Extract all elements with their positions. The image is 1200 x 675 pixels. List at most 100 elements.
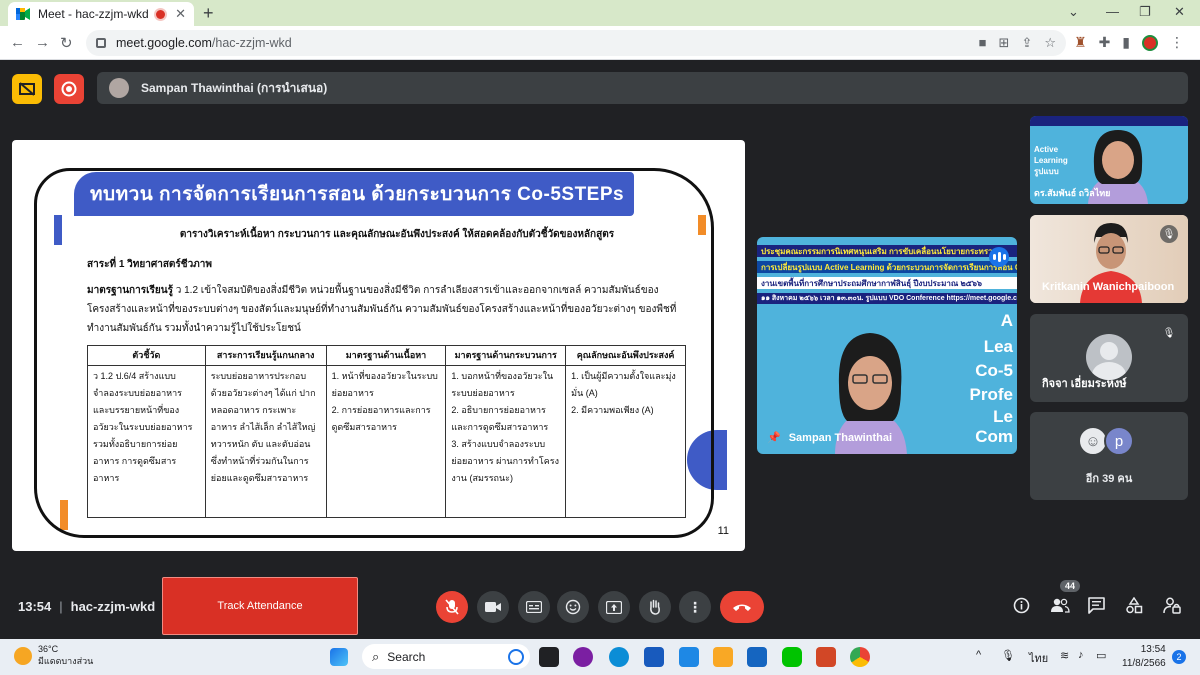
people-button[interactable]: [1050, 597, 1070, 618]
analysis-table: ตัวชี้วัด สาระการเรียนรู้แกนกลาง มาตรฐาน…: [87, 345, 686, 518]
camera-toggle-button[interactable]: [477, 591, 509, 623]
taskbar-search[interactable]: ⌕ Search: [362, 644, 530, 669]
camera-in-use-icon[interactable]: ■: [979, 35, 987, 51]
maximize-button[interactable]: ❐: [1139, 4, 1151, 20]
minimize-button[interactable]: —: [1106, 4, 1119, 19]
present-screen-button[interactable]: [598, 591, 630, 623]
participant-tile-kritkanin[interactable]: 🎙 Kritkanin Wanichpaiboon: [1030, 215, 1188, 303]
participant-tile-self[interactable]: Active Learning รูปแบบ ดร.สัมพันธ์ ถวิลไ…: [1030, 116, 1188, 204]
table-header: คุณลักษณะอันพึงประสงค์: [565, 345, 686, 366]
browser-tab-meet[interactable]: Meet - hac-zzjm-wkd ✕: [8, 2, 194, 26]
wifi-icon[interactable]: ≋: [1060, 649, 1069, 662]
slide-standard: มาตรฐานการเรียนรู้ ว 1.2 เข้าใจสมบัติของ…: [87, 281, 702, 338]
participant-avatar: p: [1104, 426, 1134, 456]
share-icon[interactable]: ⇪: [1021, 35, 1032, 51]
extension-avatar-icon[interactable]: ♜: [1074, 34, 1087, 51]
more-participants-tile[interactable]: ☺ p อีก 39 คน: [1030, 412, 1188, 500]
forward-button[interactable]: →: [35, 34, 50, 51]
table-header: ตัวชี้วัด: [87, 345, 206, 366]
table-header: มาตรฐานด้านกระบวนการ: [445, 345, 567, 366]
participant-tile-kitja[interactable]: 🎙 กิจจา เอี่ยมระหงษ์: [1030, 314, 1188, 402]
captions-button[interactable]: [518, 591, 550, 623]
table-cell: 1. หน้าที่ของอวัยวะในระบบย่อยอาหาร 2. กา…: [325, 365, 447, 518]
side-panel-icon[interactable]: ▮: [1122, 34, 1130, 51]
new-tab-button[interactable]: +: [203, 3, 214, 24]
close-window-button[interactable]: ✕: [1174, 4, 1185, 20]
reload-button[interactable]: ↻: [60, 34, 73, 52]
google-meet-icon: [16, 8, 30, 20]
back-button[interactable]: ←: [10, 34, 25, 51]
browser-toolbar: ← → ↻ meet.google.com/hac-zzjm-wkd ■ ⊞ ⇪…: [0, 26, 1200, 60]
raise-hand-button[interactable]: [639, 591, 671, 623]
people-icon: [1051, 598, 1070, 613]
meeting-details-button[interactable]: [1013, 597, 1030, 619]
start-windows-icon[interactable]: [330, 648, 348, 666]
weather-temp: 36°C: [38, 644, 59, 654]
presenter-banner: Sampan Thawinthai (การนำเสนอ): [97, 72, 1188, 104]
table-cell: 1. เป็นผู้มีความตั้งใจและมุ่งมั่น (A) 2.…: [565, 365, 686, 518]
notification-badge[interactable]: 2: [1172, 650, 1186, 664]
slide-unit: สาระที่ 1 วิทยาศาสตร์ชีวภาพ: [87, 259, 212, 270]
activities-button[interactable]: [1125, 596, 1143, 619]
teams-chat-icon[interactable]: [573, 647, 593, 667]
bookmark-star-icon[interactable]: ☆: [1044, 35, 1056, 51]
translate-icon[interactable]: ⊞: [999, 35, 1010, 51]
leave-call-button[interactable]: [720, 591, 764, 623]
end-call-icon: [733, 604, 751, 611]
meeting-time: 13:54: [18, 599, 52, 614]
tray-mic-icon[interactable]: 🎙: [1001, 649, 1015, 662]
meet-top-bar: Sampan Thawinthai (การนำเสนอ): [0, 60, 1200, 116]
speaker-name-label: 📌 Sampan Thawinthai: [767, 431, 892, 445]
url-path: /hac-zzjm-wkd: [211, 36, 292, 50]
speaker-video-tile[interactable]: ประชุมคณะกรรมการนิเทศหนุนเสริม การขับเคล…: [757, 237, 1017, 454]
meeting-info: 13:54 | hac-zzjm-wkd: [18, 599, 156, 614]
powerpoint-icon[interactable]: [816, 647, 836, 667]
extensions-puzzle-icon[interactable]: ✚: [1099, 34, 1111, 51]
browser-tabstrip: Meet - hac-zzjm-wkd ✕ + ⌄ — ❐ ✕: [0, 0, 1200, 26]
chat-button[interactable]: [1088, 597, 1105, 619]
tab-close-icon[interactable]: ✕: [175, 6, 186, 22]
captions-icon: [526, 601, 542, 613]
table-cell: ระบบย่อยอาหารประกอบด้วยอวัยวะต่างๆ ได้แก…: [204, 365, 327, 518]
battery-icon[interactable]: ▭: [1096, 649, 1106, 662]
record-icon: [61, 81, 77, 97]
tray-chevron-icon[interactable]: ^: [976, 649, 981, 661]
recording-button[interactable]: [54, 74, 84, 104]
chrome-icon[interactable]: [850, 647, 870, 667]
task-view-icon[interactable]: [539, 647, 559, 667]
speaker-banner-line: ๑๑ สิงหาคม ๒๕๖๖ เวลา ๑๓.๓๐น. รูปแบบ VDO …: [757, 293, 1017, 304]
lexicon-app-icon[interactable]: [679, 647, 699, 667]
reactions-button[interactable]: [557, 591, 589, 623]
mic-toggle-button[interactable]: [436, 591, 468, 623]
profile-avatar[interactable]: [1142, 34, 1159, 51]
shapes-icon: [1126, 596, 1143, 614]
pin-icon[interactable]: 📌: [767, 431, 781, 444]
input-language[interactable]: ไทย: [1029, 649, 1048, 667]
speaker-banner-line: การเปลี่ยนรูปแบบ Active Learning ด้วยกระ…: [757, 261, 1017, 273]
weather-widget[interactable]: 36°C มีแดดบางส่วน: [14, 644, 93, 668]
system-clock[interactable]: 13:54 11/8/2566: [1122, 643, 1166, 671]
line-app-icon[interactable]: [782, 647, 802, 667]
browser-menu-icon[interactable]: ⋮: [1170, 34, 1184, 51]
host-controls-button[interactable]: [1163, 597, 1181, 619]
search-icon: ⌕: [372, 648, 380, 664]
tab-search-icon[interactable]: ⌄: [1068, 4, 1079, 20]
participant-name: กิจจา เอี่ยมระหงษ์: [1042, 378, 1127, 390]
more-participants-label: อีก 39 คน: [1085, 473, 1133, 485]
track-attendance-button[interactable]: Track Attendance: [162, 577, 358, 635]
meeting-controls: 13:54 | hac-zzjm-wkd Track Attendance ⋮ 44: [0, 575, 1200, 639]
file-explorer-icon[interactable]: [713, 647, 733, 667]
address-bar[interactable]: meet.google.com/hac-zzjm-wkd ■ ⊞ ⇪ ☆: [86, 30, 1066, 56]
speaker-name: Sampan Thawinthai: [788, 431, 892, 444]
edge-browser-icon[interactable]: [609, 647, 629, 667]
volume-icon[interactable]: ♪: [1078, 649, 1084, 661]
hand-icon: [650, 599, 660, 615]
chat-icon: [1088, 597, 1105, 614]
tile-caption: ดร.สัมพันธ์ ถวิลไทย: [1034, 188, 1111, 198]
word-icon[interactable]: [644, 647, 664, 667]
mail-icon[interactable]: [747, 647, 767, 667]
more-options-button[interactable]: ⋮: [679, 591, 711, 623]
captions-off-button[interactable]: [12, 74, 42, 104]
camera-icon: [485, 602, 501, 612]
mic-off-icon: 🎙: [1160, 324, 1178, 342]
